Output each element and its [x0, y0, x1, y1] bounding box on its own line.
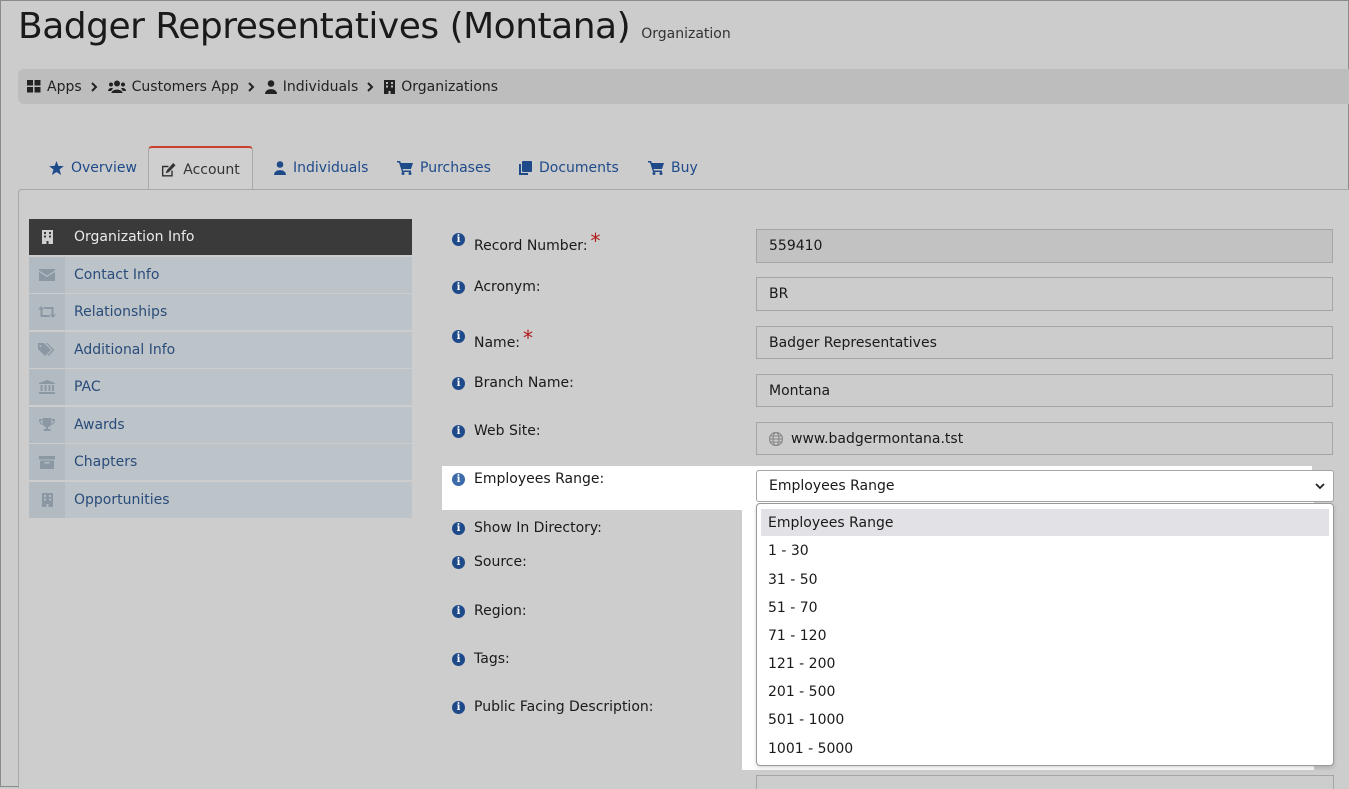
breadcrumb-customers-app[interactable]: Customers App: [107, 79, 239, 95]
page-header: Badger Representatives (Montana) Organiz…: [18, 6, 731, 47]
branch-name-info-icon[interactable]: i: [452, 377, 465, 390]
user-icon: [264, 79, 277, 94]
branch-name-label: Branch Name:: [474, 375, 574, 391]
page-title: Badger Representatives (Montana): [18, 6, 631, 47]
star-icon: [49, 160, 64, 175]
employees-range-label: Employees Range:: [474, 471, 605, 487]
dropdown-option[interactable]: 1001 - 5000: [761, 735, 1329, 762]
required-mark: *: [590, 229, 601, 253]
employees-range-dropdown: Employees Range 1 - 30 31 - 50 51 - 70 7…: [756, 503, 1334, 766]
employees-range-select[interactable]: Employees Range: [756, 470, 1334, 502]
chevron-right-icon: [367, 81, 374, 92]
retweet-icon: [38, 306, 56, 318]
chevron-down-icon: [1315, 483, 1325, 490]
dropdown-option[interactable]: 121 - 200: [761, 650, 1329, 677]
web-site-label: Web Site:: [474, 423, 541, 439]
acronym-info-icon[interactable]: i: [452, 281, 465, 294]
tab-documents[interactable]: Documents: [519, 146, 619, 189]
trophy-icon: [39, 417, 55, 431]
record-number-label: Record Number: *: [474, 229, 601, 254]
dropdown-option[interactable]: 71 - 120: [761, 622, 1329, 649]
dropdown-option[interactable]: 1 - 30: [761, 537, 1329, 564]
building-icon: [41, 492, 53, 507]
source-info-icon[interactable]: i: [452, 556, 465, 569]
required-mark: *: [523, 326, 534, 350]
sidenav-relationships[interactable]: Relationships: [29, 294, 412, 330]
region-label: Region:: [474, 603, 527, 619]
account-sidenav: Organization Info Contact Info Relations…: [29, 219, 412, 519]
user-icon: [274, 160, 286, 175]
name-input[interactable]: Badger Representatives: [756, 326, 1333, 359]
edit-icon: [162, 162, 176, 177]
dropdown-option[interactable]: 51 - 70: [761, 594, 1329, 621]
breadcrumb-apps[interactable]: Apps: [27, 79, 82, 95]
tab-individuals[interactable]: Individuals: [274, 146, 368, 189]
name-info-icon[interactable]: i: [452, 330, 465, 343]
tab-overview[interactable]: Overview: [49, 146, 137, 189]
region-info-icon[interactable]: i: [452, 605, 465, 618]
web-site-info-icon[interactable]: i: [452, 425, 465, 438]
archive-icon: [39, 455, 55, 469]
web-site-input[interactable]: www.badgermontana.tst: [756, 422, 1333, 455]
sidenav-contact-info[interactable]: Contact Info: [29, 256, 412, 293]
page-subtitle: Organization: [641, 26, 731, 42]
tab-purchases[interactable]: Purchases: [397, 146, 491, 189]
employees-range-info-icon[interactable]: i: [452, 473, 465, 486]
show-in-directory-label: Show In Directory:: [474, 520, 602, 536]
tab-buy[interactable]: Buy: [648, 146, 698, 189]
breadcrumb-organizations[interactable]: Organizations: [384, 79, 498, 95]
acronym-label: Acronym:: [474, 279, 541, 295]
sidenav-pac[interactable]: PAC: [29, 369, 412, 405]
tags-icon: [38, 342, 55, 356]
breadcrumb: Apps Customers App Individuals Organizat…: [18, 69, 1349, 104]
dropdown-option[interactable]: Employees Range: [761, 509, 1329, 536]
dropdown-option[interactable]: 501 - 1000: [761, 706, 1329, 733]
dropdown-option[interactable]: 201 - 500: [761, 678, 1329, 705]
globe-icon: [769, 431, 783, 446]
chevron-right-icon: [248, 81, 255, 92]
branch-name-input[interactable]: Montana: [756, 374, 1333, 407]
copy-icon: [519, 160, 532, 175]
tags-info-icon[interactable]: i: [452, 653, 465, 666]
public-description-label: Public Facing Description:: [474, 699, 654, 715]
tab-bar: Overview Account Individuals Purchases D…: [18, 146, 1349, 191]
tab-account[interactable]: Account: [148, 146, 253, 191]
grid-icon: [27, 80, 41, 93]
show-in-directory-info-icon[interactable]: i: [452, 522, 465, 535]
users-icon: [107, 80, 126, 93]
public-description-info-icon[interactable]: i: [452, 701, 465, 714]
name-label: Name: *: [474, 326, 534, 351]
record-number-info-icon[interactable]: i: [452, 233, 465, 246]
bank-icon: [39, 380, 55, 394]
sidenav-chapters[interactable]: Chapters: [29, 444, 412, 480]
acronym-input[interactable]: BR: [756, 277, 1333, 311]
building-icon: [384, 79, 396, 94]
breadcrumb-individuals[interactable]: Individuals: [264, 79, 358, 95]
tags-label: Tags:: [474, 651, 510, 667]
source-label: Source:: [474, 554, 527, 570]
record-number-field: 559410: [756, 229, 1333, 263]
cart-icon: [648, 160, 664, 175]
cart-icon: [397, 160, 413, 175]
dropdown-option[interactable]: 31 - 50: [761, 566, 1329, 593]
sidenav-opportunities[interactable]: Opportunities: [29, 481, 412, 518]
chevron-right-icon: [90, 81, 98, 92]
sidenav-organization-info[interactable]: Organization Info: [29, 219, 412, 255]
building-icon: [41, 230, 53, 244]
sidenav-additional-info[interactable]: Additional Info: [29, 331, 412, 368]
envelope-icon: [39, 268, 55, 281]
sidenav-awards[interactable]: Awards: [29, 406, 412, 443]
